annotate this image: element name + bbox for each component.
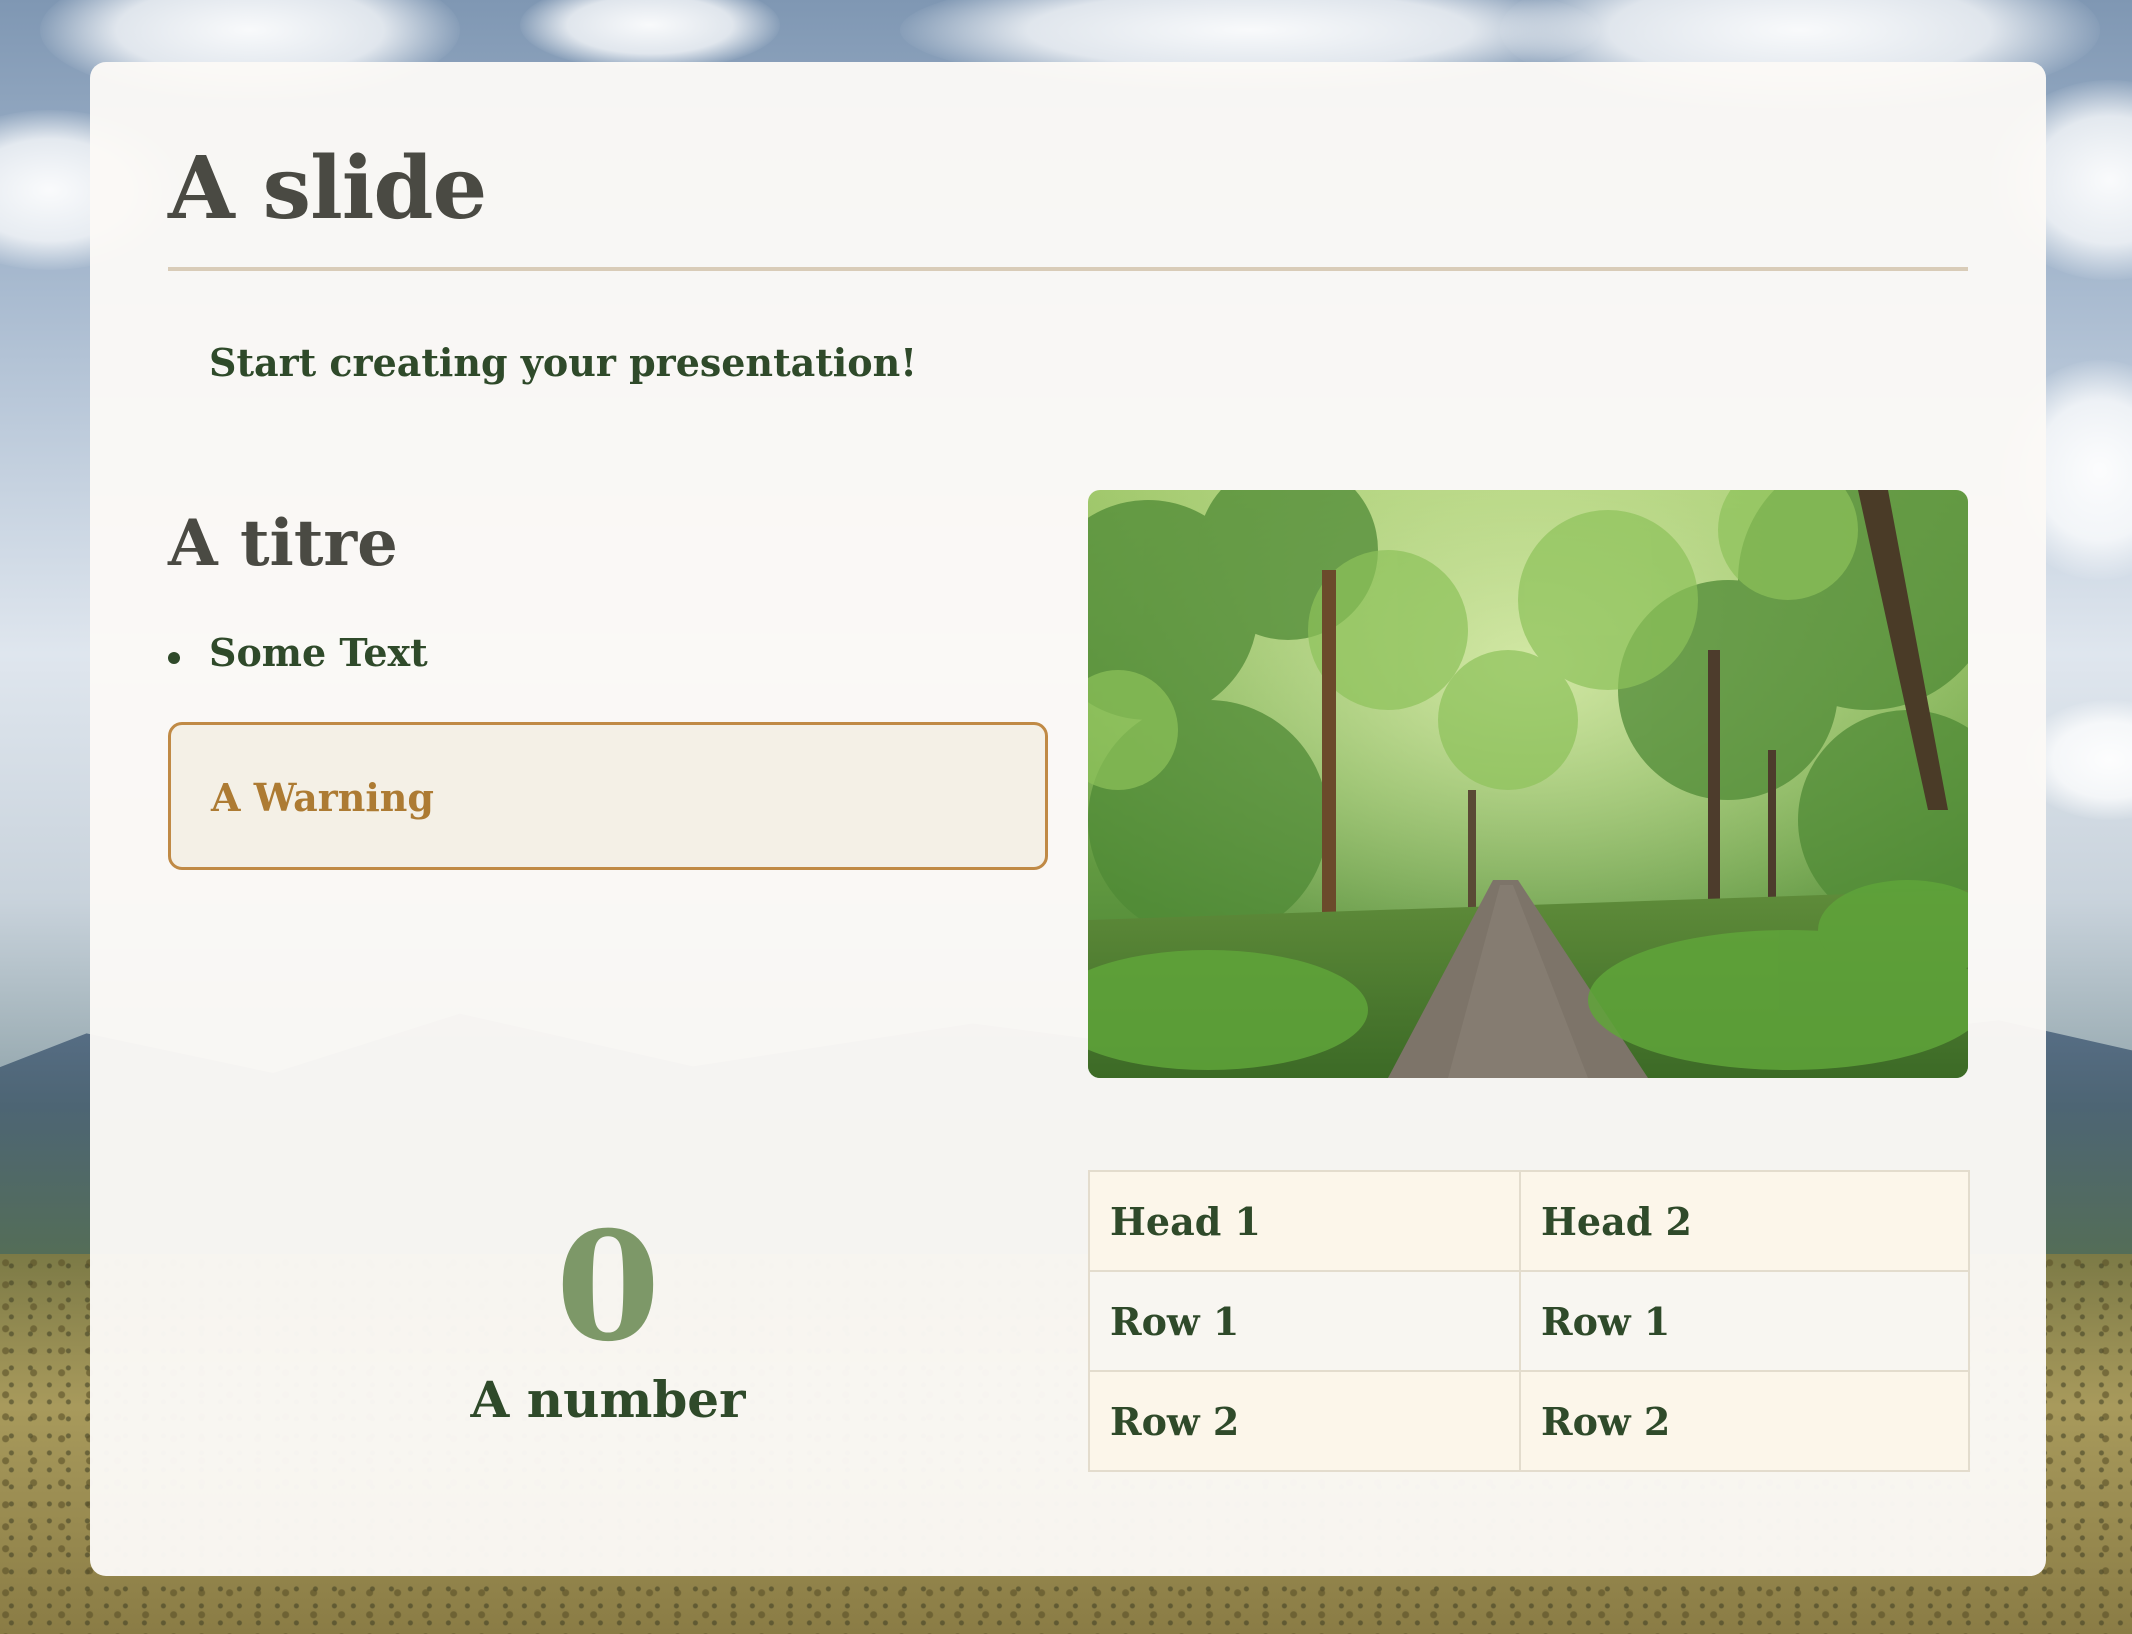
table-header-cell: Head 2 — [1519, 1170, 1970, 1272]
bullet-list: Some Text — [168, 630, 428, 675]
stat-label: A number — [470, 1370, 746, 1429]
stat-block: 0 A number — [168, 1212, 1048, 1429]
section-title: A titre — [168, 506, 398, 581]
table-row: Row 2 Row 2 — [1088, 1370, 1970, 1472]
table-header-row: Head 1 Head 2 — [1088, 1170, 1970, 1272]
stat-value: 0 — [555, 1199, 661, 1375]
table-cell: Row 2 — [1519, 1370, 1970, 1472]
data-table: Head 1 Head 2 Row 1 Row 1 Row 2 Row 2 — [1088, 1170, 1970, 1472]
title-divider — [168, 267, 1968, 271]
slide-title: A slide — [168, 138, 487, 239]
table-cell: Row 1 — [1519, 1270, 1970, 1372]
table-cell: Row 2 — [1088, 1370, 1521, 1472]
bullet-dot-icon — [168, 652, 180, 664]
table-row: Row 1 Row 1 — [1088, 1270, 1970, 1372]
table-header-cell: Head 1 — [1088, 1170, 1521, 1272]
bullet-item: Some Text — [168, 630, 428, 675]
slide-card: A slide Start creating your presentation… — [90, 62, 2046, 1576]
warning-callout: A Warning — [168, 722, 1048, 870]
intro-text: Start creating your presentation! — [209, 340, 917, 385]
table-cell: Row 1 — [1088, 1270, 1521, 1372]
bullet-text: Some Text — [209, 630, 428, 675]
warning-text: A Warning — [211, 775, 434, 820]
forest-path-photo — [1088, 490, 1968, 1078]
